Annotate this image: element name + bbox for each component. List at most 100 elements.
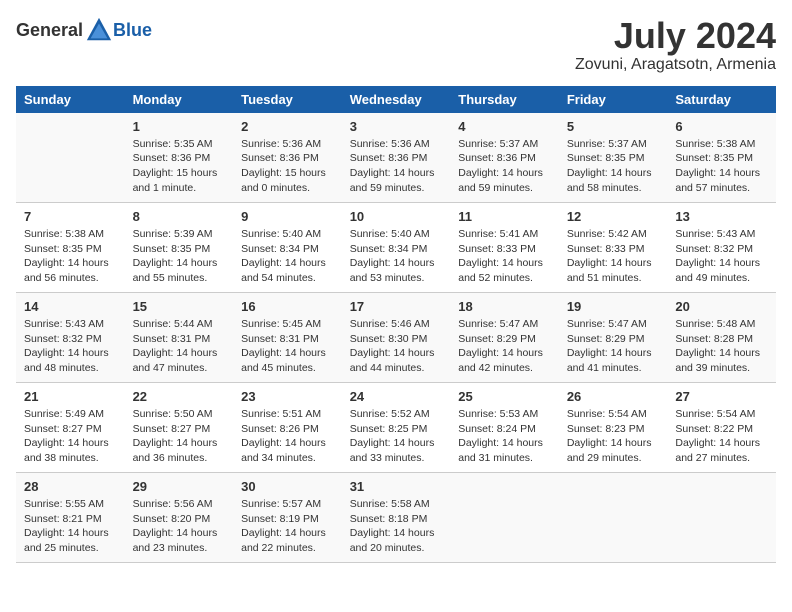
day-number: 9 <box>241 209 334 224</box>
week-row-3: 14Sunrise: 5:43 AMSunset: 8:32 PMDayligh… <box>16 293 776 383</box>
day-info: Sunrise: 5:40 AMSunset: 8:34 PMDaylight:… <box>350 227 443 286</box>
logo-blue-text: Blue <box>113 20 152 41</box>
day-number: 21 <box>24 389 117 404</box>
header-row: SundayMondayTuesdayWednesdayThursdayFrid… <box>16 86 776 113</box>
calendar-cell: 16 Sunrise: 5:45 AMSunset: 8:31 PMDayligh… <box>233 293 342 383</box>
calendar-cell: 23 Sunrise: 5:51 AMSunset: 8:26 PMDayligh… <box>233 383 342 473</box>
day-number: 12 <box>567 209 660 224</box>
calendar-cell: 29 Sunrise: 5:56 AMSunset: 8:20 PMDayligh… <box>125 473 234 563</box>
calendar-cell: 8Sunrise: 5:39 AMSunset: 8:35 PMDaylight… <box>125 203 234 293</box>
day-number: 19 <box>567 299 660 314</box>
day-info: Sunrise: 5:47 AMSunset: 8:29 PMDaylight:… <box>567 317 660 376</box>
calendar-cell: 4Sunrise: 5:37 AMSunset: 8:36 PMDaylight… <box>450 113 559 203</box>
day-info: Sunrise: 5:56 AMSunset: 8:20 PMDaylight:… <box>133 497 226 556</box>
month-title: July 2024 <box>575 16 776 56</box>
header: General Blue July 2024 Zovuni, Aragatsot… <box>16 16 776 74</box>
day-header-thursday: Thursday <box>450 86 559 113</box>
day-number: 1 <box>133 119 226 134</box>
day-info: Sunrise: 5:45 AMSunset: 8:31 PMDaylight:… <box>241 317 334 376</box>
day-info: Sunrise: 5:42 AMSunset: 8:33 PMDaylight:… <box>567 227 660 286</box>
calendar-cell: 24Sunrise: 5:52 AMSunset: 8:25 PMDayligh… <box>342 383 451 473</box>
day-info: Sunrise: 5:48 AMSunset: 8:28 PMDaylight:… <box>675 317 768 376</box>
day-number: 10 <box>350 209 443 224</box>
day-info: Sunrise: 5:41 AMSunset: 8:33 PMDaylight:… <box>458 227 551 286</box>
week-row-1: 1 Sunrise: 5:35 AMSunset: 8:36 PMDaylight… <box>16 113 776 203</box>
day-info: Sunrise: 5:54 AMSunset: 8:23 PMDaylight:… <box>567 407 660 466</box>
day-number: 15 <box>133 299 226 314</box>
day-number: 23 <box>241 389 334 404</box>
day-info: Sunrise: 5:57 AMSunset: 8:19 PMDaylight:… <box>241 497 334 556</box>
day-info: Sunrise: 5:43 AMSunset: 8:32 PMDaylight:… <box>675 227 768 286</box>
week-row-4: 21 Sunrise: 5:49 AMSunset: 8:27 PMDayligh… <box>16 383 776 473</box>
day-header-saturday: Saturday <box>667 86 776 113</box>
calendar-cell: 31 Sunrise: 5:58 AMSunset: 8:18 PMDayligh… <box>342 473 451 563</box>
day-info: Sunrise: 5:54 AMSunset: 8:22 PMDaylight:… <box>675 407 768 466</box>
day-number: 17 <box>350 299 443 314</box>
day-info: Sunrise: 5:44 AMSunset: 8:31 PMDaylight:… <box>133 317 226 376</box>
calendar-cell <box>667 473 776 563</box>
day-info: Sunrise: 5:53 AMSunset: 8:24 PMDaylight:… <box>458 407 551 466</box>
day-number: 3 <box>350 119 443 134</box>
day-number: 11 <box>458 209 551 224</box>
day-info: Sunrise: 5:51 AMSunset: 8:26 PMDaylight:… <box>241 407 334 466</box>
calendar-cell: 28Sunrise: 5:55 AMSunset: 8:21 PMDayligh… <box>16 473 125 563</box>
day-info: Sunrise: 5:46 AMSunset: 8:30 PMDaylight:… <box>350 317 443 376</box>
title-area: July 2024 Zovuni, Aragatsotn, Armenia <box>575 16 776 74</box>
calendar-cell: 11 Sunrise: 5:41 AMSunset: 8:33 PMDayligh… <box>450 203 559 293</box>
day-info: Sunrise: 5:35 AMSunset: 8:36 PMDaylight:… <box>133 137 226 196</box>
day-number: 30 <box>241 479 334 494</box>
day-number: 24 <box>350 389 443 404</box>
day-number: 16 <box>241 299 334 314</box>
logo: General Blue <box>16 16 152 44</box>
day-number: 4 <box>458 119 551 134</box>
week-row-5: 28Sunrise: 5:55 AMSunset: 8:21 PMDayligh… <box>16 473 776 563</box>
day-number: 18 <box>458 299 551 314</box>
day-info: Sunrise: 5:37 AMSunset: 8:35 PMDaylight:… <box>567 137 660 196</box>
calendar-cell <box>16 113 125 203</box>
day-number: 8 <box>133 209 226 224</box>
day-header-monday: Monday <box>125 86 234 113</box>
day-number: 31 <box>350 479 443 494</box>
calendar-cell: 17 Sunrise: 5:46 AMSunset: 8:30 PMDayligh… <box>342 293 451 383</box>
day-info: Sunrise: 5:49 AMSunset: 8:27 PMDaylight:… <box>24 407 117 466</box>
day-info: Sunrise: 5:47 AMSunset: 8:29 PMDaylight:… <box>458 317 551 376</box>
day-number: 29 <box>133 479 226 494</box>
day-info: Sunrise: 5:38 AMSunset: 8:35 PMDaylight:… <box>24 227 117 286</box>
calendar-cell: 2Sunrise: 5:36 AMSunset: 8:36 PMDaylight… <box>233 113 342 203</box>
calendar-cell: 20 Sunrise: 5:48 AMSunset: 8:28 PMDayligh… <box>667 293 776 383</box>
day-number: 20 <box>675 299 768 314</box>
calendar-cell: 14Sunrise: 5:43 AMSunset: 8:32 PMDayligh… <box>16 293 125 383</box>
day-header-friday: Friday <box>559 86 668 113</box>
calendar-cell <box>450 473 559 563</box>
location-title: Zovuni, Aragatsotn, Armenia <box>575 56 776 74</box>
calendar-cell: 30 Sunrise: 5:57 AMSunset: 8:19 PMDayligh… <box>233 473 342 563</box>
day-number: 14 <box>24 299 117 314</box>
calendar-cell: 19 Sunrise: 5:47 AMSunset: 8:29 PMDayligh… <box>559 293 668 383</box>
day-number: 26 <box>567 389 660 404</box>
week-row-2: 7 Sunrise: 5:38 AMSunset: 8:35 PMDaylight… <box>16 203 776 293</box>
calendar-cell: 5 Sunrise: 5:37 AMSunset: 8:35 PMDaylight… <box>559 113 668 203</box>
day-info: Sunrise: 5:38 AMSunset: 8:35 PMDaylight:… <box>675 137 768 196</box>
day-number: 25 <box>458 389 551 404</box>
calendar-cell: 18 Sunrise: 5:47 AMSunset: 8:29 PMDayligh… <box>450 293 559 383</box>
day-header-wednesday: Wednesday <box>342 86 451 113</box>
calendar-cell: 21 Sunrise: 5:49 AMSunset: 8:27 PMDayligh… <box>16 383 125 473</box>
calendar-cell <box>559 473 668 563</box>
day-header-sunday: Sunday <box>16 86 125 113</box>
calendar-cell: 9 Sunrise: 5:40 AMSunset: 8:34 PMDaylight… <box>233 203 342 293</box>
day-number: 5 <box>567 119 660 134</box>
day-number: 7 <box>24 209 117 224</box>
day-number: 6 <box>675 119 768 134</box>
day-info: Sunrise: 5:55 AMSunset: 8:21 PMDaylight:… <box>24 497 117 556</box>
calendar-table: SundayMondayTuesdayWednesdayThursdayFrid… <box>16 86 776 564</box>
day-number: 27 <box>675 389 768 404</box>
day-info: Sunrise: 5:50 AMSunset: 8:27 PMDaylight:… <box>133 407 226 466</box>
calendar-cell: 7 Sunrise: 5:38 AMSunset: 8:35 PMDaylight… <box>16 203 125 293</box>
calendar-cell: 15 Sunrise: 5:44 AMSunset: 8:31 PMDayligh… <box>125 293 234 383</box>
calendar-cell: 3Sunrise: 5:36 AMSunset: 8:36 PMDaylight… <box>342 113 451 203</box>
calendar-cell: 25 Sunrise: 5:53 AMSunset: 8:24 PMDayligh… <box>450 383 559 473</box>
day-info: Sunrise: 5:40 AMSunset: 8:34 PMDaylight:… <box>241 227 334 286</box>
day-info: Sunrise: 5:58 AMSunset: 8:18 PMDaylight:… <box>350 497 443 556</box>
calendar-cell: 1 Sunrise: 5:35 AMSunset: 8:36 PMDaylight… <box>125 113 234 203</box>
calendar-cell: 12 Sunrise: 5:42 AMSunset: 8:33 PMDayligh… <box>559 203 668 293</box>
